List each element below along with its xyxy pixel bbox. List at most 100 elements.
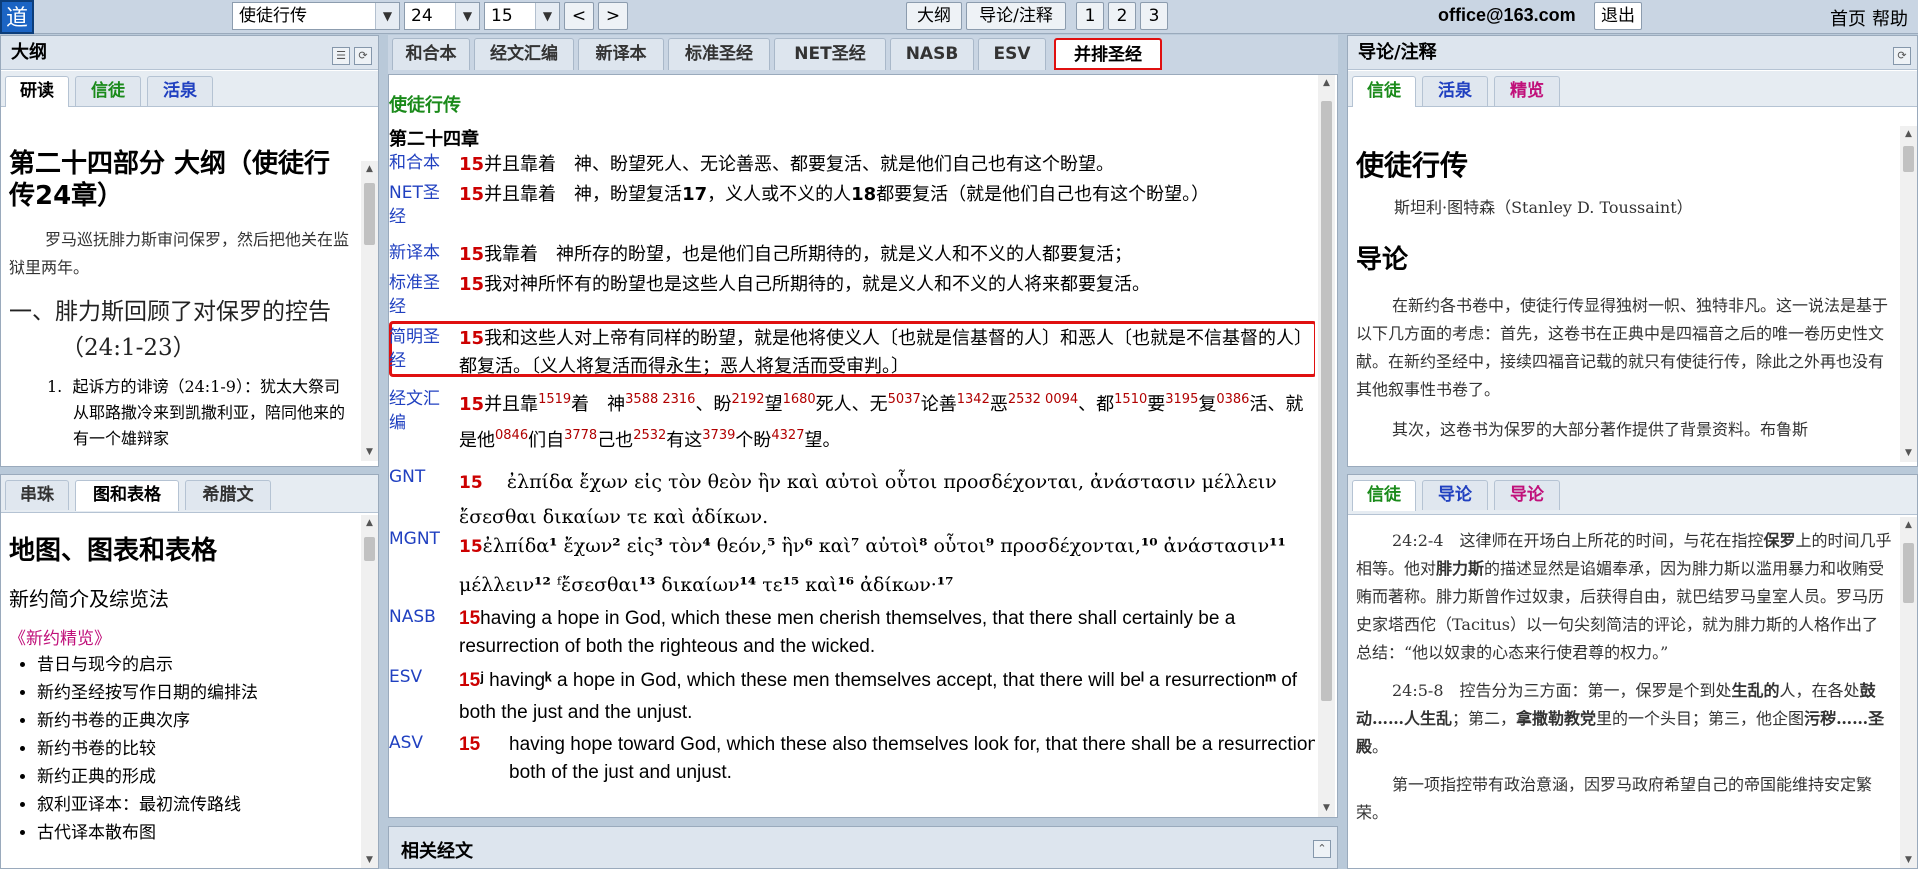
scrollbar[interactable]: ▲ ▼ — [1318, 75, 1335, 817]
chart-link[interactable]: 新约圣经按写作日期的编排法 — [37, 679, 353, 707]
tab-intro-pink[interactable]: 导论 — [1494, 480, 1560, 510]
verse-text: 15having a hope in God, which these men … — [459, 608, 1236, 657]
refresh-icon[interactable]: ⟳ — [1893, 47, 1911, 65]
verse-select[interactable]: 15 ▼ — [484, 2, 560, 30]
version-label[interactable]: ASV — [389, 731, 459, 755]
scripture-panel: 使徒行传 第二十四章 和合本 15并且靠着 神、盼望死人、无论善恶、都要复活、就… — [388, 74, 1338, 818]
notes-paragraph: 24:2-4 这律师在开场白上所花的时间，与花在指控保罗上的时间几乎相等。他对腓… — [1356, 527, 1892, 667]
keyword: 保罗 — [1763, 531, 1796, 550]
chevron-down-icon[interactable]: ▼ — [375, 3, 399, 29]
next-button[interactable]: > — [598, 2, 628, 30]
chevron-down-icon[interactable]: ▼ — [535, 3, 559, 29]
commentary-heading: 使徒行传 — [1356, 149, 1469, 182]
commentary-paragraph: 在新约各书卷中，使徒行传显得独树一帜、独特非凡。这一说法是基于以下几方面的考虑：… — [1356, 296, 1889, 399]
commentary-paragraph: 其次，这卷书为保罗的大部分著作提供了背景资料。布鲁斯 — [1392, 420, 1809, 439]
book-select[interactable]: 使徒行传 ▼ — [232, 2, 400, 30]
outline-intro: 罗马巡抚腓力斯审问保罗，然后把他关在监狱里两年。 — [9, 230, 350, 277]
outline-item: 1. 起诉方的诽谤（24:1-9）：犹太大祭司从耶路撒冷来到凯撒利亚，陪同他来的… — [9, 374, 353, 452]
version-label[interactable]: GNT — [389, 465, 459, 489]
commentary-panel: 导论/注释 ⟳ 信徒 活泉 精览 使徒行传 斯坦利·图特森（Stanley D.… — [1347, 35, 1918, 467]
version-label[interactable]: 简明圣经 — [389, 325, 459, 373]
version-label[interactable]: NASB — [389, 605, 459, 629]
verse-text: 15ʲ havingᵏ a hope in God, which these m… — [459, 670, 1298, 723]
tab-ccb[interactable]: 新译本 — [578, 38, 664, 70]
tab-living-spring[interactable]: 活泉 — [1422, 76, 1488, 106]
chart-link[interactable]: 新约书卷的正典次序 — [37, 707, 353, 735]
notes-paragraph: 24:5-8 控告分为三方面：第一，保罗是个到处生乱的人，在各处鼓动……人生乱；… — [1356, 677, 1892, 761]
tab-net[interactable]: NET圣经 — [774, 38, 886, 70]
charts-link[interactable]: 《新约精览》 — [9, 624, 353, 649]
app-logo[interactable]: 道 — [0, 0, 34, 34]
chart-link[interactable]: 新约正典的形成 — [37, 763, 353, 791]
version-label[interactable]: 新译本 — [389, 241, 459, 265]
tab-believer[interactable]: 信徒 — [1352, 480, 1416, 511]
prev-button[interactable]: < — [564, 2, 594, 30]
tab-intro-blue[interactable]: 导论 — [1422, 480, 1488, 510]
tab-believer[interactable]: 信徒 — [1352, 76, 1416, 107]
scrollbar[interactable]: ▲ ▼ — [361, 515, 378, 868]
verse-text: 15ἐλπίδα¹ ἔχων² εἰς³ τὸν⁴ θεόν,⁵ ἣν⁶ καὶ… — [459, 535, 1286, 596]
version-label[interactable]: MGNT — [389, 527, 459, 551]
scrollbar[interactable]: ▲ ▼ — [361, 161, 378, 461]
commentary-content: 使徒行传 斯坦利·图特森（Stanley D. Toussaint） 导论 在新… — [1348, 118, 1900, 466]
tab-survey[interactable]: 精览 — [1494, 76, 1560, 106]
layout-3-button[interactable]: 3 — [1140, 2, 1168, 30]
tab-living-spring[interactable]: 活泉 — [147, 76, 213, 106]
layout-1-button[interactable]: 1 — [1076, 2, 1104, 30]
scrollbar[interactable]: ▲ ▼ — [1900, 126, 1917, 462]
collapse-icon[interactable]: ⌃ — [1313, 840, 1331, 858]
tab-cuv[interactable]: 和合本 — [392, 38, 470, 70]
text: 24:5-8 控告分为三方面：第一，保罗是个到处 — [1392, 681, 1732, 700]
tab-charts[interactable]: 图和表格 — [75, 480, 179, 511]
layout-2-button[interactable]: 2 — [1108, 2, 1136, 30]
verse-text: 15并且靠1519着 神3588 2316、盼2192望1680死人、无5037… — [459, 392, 1304, 451]
tab-nasb[interactable]: NASB — [890, 38, 974, 70]
verse-text: 15 ἐλπίδα ἔχων εἰς τὸν θεὸν ἣν καὶ αὐτοὶ… — [459, 471, 1277, 528]
tab-believer[interactable]: 信徒 — [75, 76, 141, 106]
intro-commentary-button[interactable]: 导论/注释 — [966, 2, 1066, 30]
tab-esv[interactable]: ESV — [978, 38, 1046, 70]
logout-button[interactable]: 退出 — [1594, 2, 1642, 30]
charts-subheading: 新约简介及综览法 — [9, 587, 169, 611]
version-label[interactable]: 经文汇编 — [389, 387, 459, 435]
list-icon[interactable]: ☰ — [332, 47, 350, 65]
version-label[interactable]: ESV — [389, 665, 459, 689]
scripture-content: 使徒行传 第二十四章 和合本 15并且靠着 神、盼望死人、无论善恶、都要复活、就… — [389, 75, 1315, 817]
book-select-value: 使徒行传 — [239, 6, 307, 26]
outline-content: 第二十四部分 大纲（使徒行传24章） 罗马巡抚腓力斯审问保罗，然后把他关在监狱里… — [1, 118, 361, 466]
panel-title: 大纲 — [1, 36, 378, 70]
chapter-select-value: 24 — [411, 6, 433, 26]
chart-link[interactable]: 昔日与现今的启示 — [37, 651, 353, 679]
version-label[interactable]: 标准圣经 — [389, 271, 459, 319]
chart-link[interactable]: 叙利亚译本：最初流传路线 — [37, 791, 353, 819]
panel-controls: ☰ ⟳ — [328, 44, 372, 65]
tab-greek[interactable]: 希腊文 — [185, 480, 271, 510]
scrollbar[interactable]: ▲ ▼ — [1900, 517, 1917, 868]
outline-button[interactable]: 大纲 — [906, 2, 962, 30]
charts-list: 昔日与现今的启示 新约圣经按写作日期的编排法 新约书卷的正典次序 新约书卷的比较… — [9, 651, 353, 847]
version-label[interactable]: NET圣经 — [389, 181, 459, 229]
help-link[interactable]: 帮助 — [1872, 5, 1908, 31]
tab-concordance[interactable]: 经文汇编 — [474, 38, 574, 70]
related-scripture-bar[interactable]: 相关经文 ⌃ — [388, 826, 1338, 869]
commentary-section: 导论 — [1356, 245, 1409, 275]
home-link[interactable]: 首页 — [1830, 5, 1866, 31]
tab-study[interactable]: 研读 — [5, 76, 69, 107]
charts-tabs: 串珠 图和表格 希腊文 — [1, 475, 378, 513]
version-label[interactable]: 和合本 — [389, 151, 459, 175]
chart-link[interactable]: 新约书卷的比较 — [37, 735, 353, 763]
tab-standard[interactable]: 标准圣经 — [668, 38, 770, 70]
chart-link[interactable]: 古代译本散布图 — [37, 819, 353, 847]
tab-parallel[interactable]: 并排圣经 — [1054, 38, 1162, 70]
keyword: 生乱的 — [1731, 681, 1780, 700]
chevron-down-icon[interactable]: ▼ — [455, 3, 479, 29]
keyword: 腓力斯 — [1436, 559, 1485, 578]
chapter-select[interactable]: 24 ▼ — [404, 2, 480, 30]
tab-cross-ref[interactable]: 串珠 — [5, 480, 69, 510]
charts-heading: 地图、图表和表格 — [9, 536, 218, 566]
item-text: 起诉方的诽谤（24:1-9）：犹太大祭司从耶路撒冷来到凯撒利亚，陪同他来的有一个… — [72, 377, 346, 448]
item-number: 1. — [47, 377, 73, 396]
refresh-icon[interactable]: ⟳ — [354, 47, 372, 65]
commentary-tabs: 信徒 活泉 精览 — [1348, 71, 1917, 107]
charts-panel: 串珠 图和表格 希腊文 地图、图表和表格 新约简介及综览法 《新约精览》 昔日与… — [0, 474, 379, 869]
